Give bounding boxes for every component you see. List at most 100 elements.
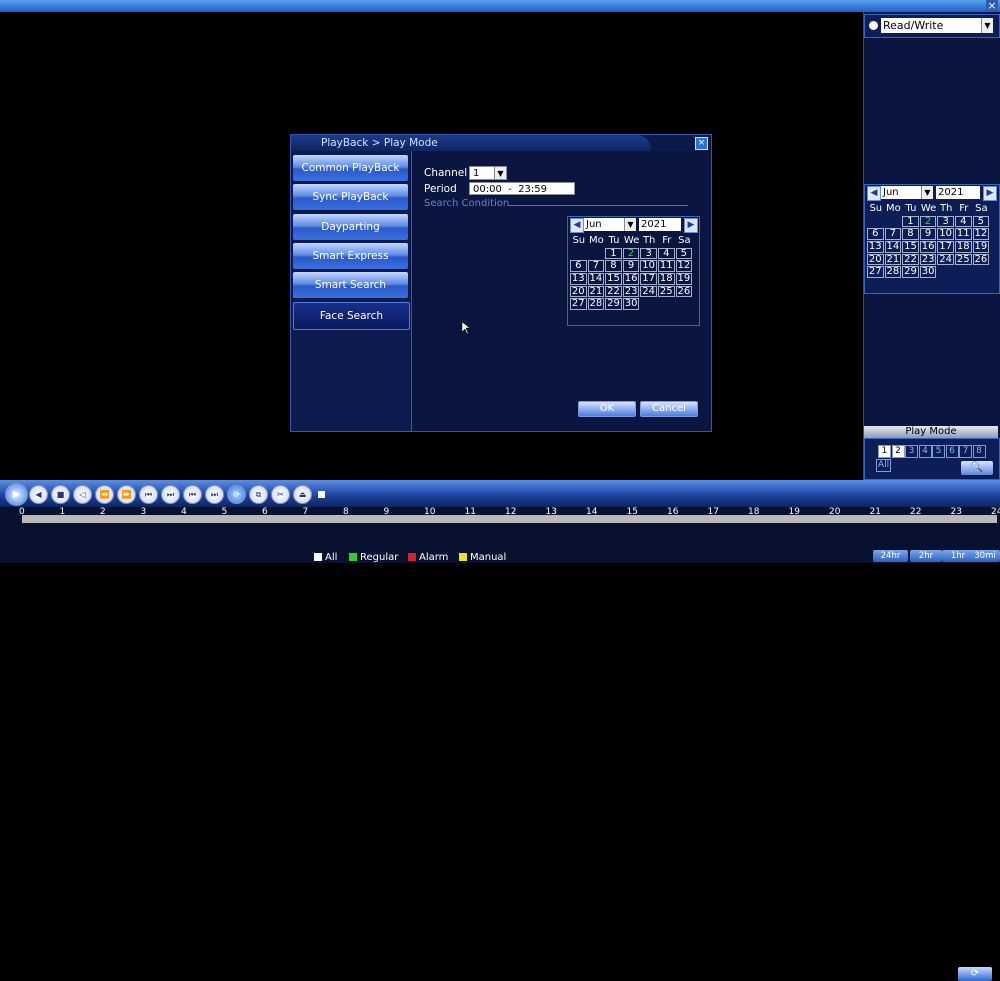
calendar-day[interactable]: 2: [919, 215, 937, 228]
prev-file-icon[interactable]: ⏮: [183, 485, 202, 504]
calendar-day[interactable]: 13: [867, 241, 884, 253]
zoom-30mi-button[interactable]: 30mi: [970, 550, 1000, 562]
calendar-day[interactable]: 26: [972, 253, 990, 266]
calendar-day[interactable]: 22: [902, 253, 919, 266]
menu-item-smart-search[interactable]: Smart Search: [293, 272, 408, 299]
calendar-day[interactable]: 5: [972, 215, 990, 228]
calendar-day[interactable]: 11: [954, 228, 972, 241]
calendar-day[interactable]: 30: [919, 266, 937, 279]
calendar-day[interactable]: 16: [919, 241, 937, 253]
all-channels-checkbox[interactable]: All: [876, 459, 891, 472]
calendar-day[interactable]: 7: [884, 228, 902, 241]
calendar-day[interactable]: 21: [884, 253, 902, 266]
close-icon[interactable]: ×: [695, 137, 708, 150]
calendar-day[interactable]: 29: [902, 266, 919, 279]
calendar-day[interactable]: 21: [587, 285, 605, 298]
calendar-day[interactable]: 17: [937, 241, 954, 253]
calendar-day[interactable]: 12: [675, 260, 693, 273]
read-write-dropdown[interactable]: Read/Write ▼: [881, 18, 993, 33]
fast-forward-icon[interactable]: ⏩: [117, 485, 136, 504]
next-file-icon[interactable]: ⏭: [205, 485, 224, 504]
clip-icon[interactable]: ✂: [271, 485, 290, 504]
calendar-day[interactable]: 14: [884, 241, 902, 253]
calendar-day[interactable]: 25: [657, 285, 675, 298]
close-icon[interactable]: ×: [986, 0, 998, 12]
calendar-day[interactable]: 4: [954, 215, 972, 228]
calendar-day[interactable]: 22: [605, 285, 622, 298]
prev-month-icon[interactable]: ◀: [570, 218, 584, 233]
radio-dot-icon[interactable]: [869, 21, 878, 30]
calendar-day[interactable]: 1: [605, 247, 622, 260]
cancel-button[interactable]: Cancel: [640, 401, 698, 417]
calendar-day[interactable]: 30: [622, 298, 640, 311]
calendar-day[interactable]: 1: [902, 215, 919, 228]
year-select[interactable]: 2021: [936, 186, 980, 199]
prev-frame-icon[interactable]: ⏮: [139, 485, 158, 504]
rewind-icon[interactable]: ⏪: [95, 485, 114, 504]
stop-icon[interactable]: ■: [51, 485, 70, 504]
channel-checkbox-1[interactable]: 1: [878, 445, 891, 458]
zoom-2hr-button[interactable]: 2hr: [910, 550, 942, 562]
legend-regular[interactable]: Regular: [349, 552, 398, 563]
month-select[interactable]: Jun ▼: [584, 218, 636, 231]
calendar-day[interactable]: 20: [570, 285, 587, 298]
menu-item-common-playback[interactable]: Common PlayBack: [293, 155, 408, 181]
calendar-day[interactable]: 11: [657, 260, 675, 273]
calendar-day[interactable]: 15: [902, 241, 919, 253]
calendar-day[interactable]: 19: [675, 273, 693, 285]
calendar-day[interactable]: 27: [570, 298, 587, 311]
legend-manual[interactable]: Manual: [459, 552, 506, 563]
calendar-day[interactable]: 23: [919, 253, 937, 266]
channel-checkbox-2[interactable]: 2: [891, 445, 905, 458]
calendar-day[interactable]: 3: [640, 247, 657, 260]
calendar-day[interactable]: 15: [605, 273, 622, 285]
calendar-day[interactable]: 29: [605, 298, 622, 311]
calendar-day[interactable]: 5: [675, 247, 693, 260]
calendar-day[interactable]: 28: [587, 298, 605, 311]
calendar-day[interactable]: 3: [937, 215, 954, 228]
menu-item-smart-express[interactable]: Smart Express: [293, 242, 408, 269]
channel-checkbox-3[interactable]: 3: [905, 445, 918, 458]
calendar-day[interactable]: 9: [622, 260, 640, 273]
search-button[interactable]: 🔍: [961, 461, 993, 475]
prev-icon[interactable]: ◀: [29, 485, 48, 504]
calendar-day[interactable]: 10: [937, 228, 954, 241]
calendar-day[interactable]: 8: [605, 260, 622, 273]
calendar-day[interactable]: 28: [884, 266, 902, 279]
month-select[interactable]: Jun ▼: [881, 186, 933, 199]
calendar-day[interactable]: 14: [587, 273, 605, 285]
calendar-day[interactable]: 10: [640, 260, 657, 273]
calendar-day[interactable]: 24: [937, 253, 954, 266]
ok-button[interactable]: OK: [578, 401, 636, 417]
calendar-day[interactable]: 20: [867, 253, 884, 266]
calendar-day[interactable]: 2: [622, 247, 640, 260]
prev-month-icon[interactable]: ◀: [867, 186, 881, 201]
calendar-day[interactable]: 7: [587, 260, 605, 273]
calendar-day[interactable]: 13: [570, 273, 587, 285]
calendar-day[interactable]: 18: [954, 241, 972, 253]
next-month-icon[interactable]: ▶: [983, 186, 997, 201]
channel-checkbox-4[interactable]: 4: [918, 445, 932, 458]
channel-checkbox-7[interactable]: 7: [959, 445, 972, 458]
calendar-day[interactable]: 9: [919, 228, 937, 241]
calendar-day[interactable]: 26: [675, 285, 693, 298]
channel-checkbox-6[interactable]: 6: [945, 445, 959, 458]
menu-item-sync-playback[interactable]: Sync PlayBack: [293, 184, 408, 211]
menu-item-dayparting[interactable]: Dayparting: [293, 213, 408, 240]
calendar-day[interactable]: 24: [640, 285, 657, 298]
calendar-day[interactable]: 8: [902, 228, 919, 241]
next-month-icon[interactable]: ▶: [684, 218, 698, 233]
sync-button[interactable]: ⟳: [958, 967, 992, 981]
loop-icon[interactable]: ⟳: [227, 485, 246, 504]
calendar-day[interactable]: 23: [622, 285, 640, 298]
period-input[interactable]: 00:00 - 23:59: [469, 182, 575, 195]
channel-checkbox-8[interactable]: 8: [972, 445, 986, 458]
timeline-track[interactable]: [22, 515, 997, 523]
zoom-24hr-button[interactable]: 24hr: [873, 550, 908, 562]
legend-alarm[interactable]: Alarm: [408, 552, 448, 563]
calendar-day[interactable]: 17: [640, 273, 657, 285]
calendar-day[interactable]: 16: [622, 273, 640, 285]
play-icon[interactable]: ▶: [5, 483, 28, 506]
calendar-day[interactable]: 6: [867, 228, 884, 241]
legend-all[interactable]: All: [314, 552, 337, 563]
